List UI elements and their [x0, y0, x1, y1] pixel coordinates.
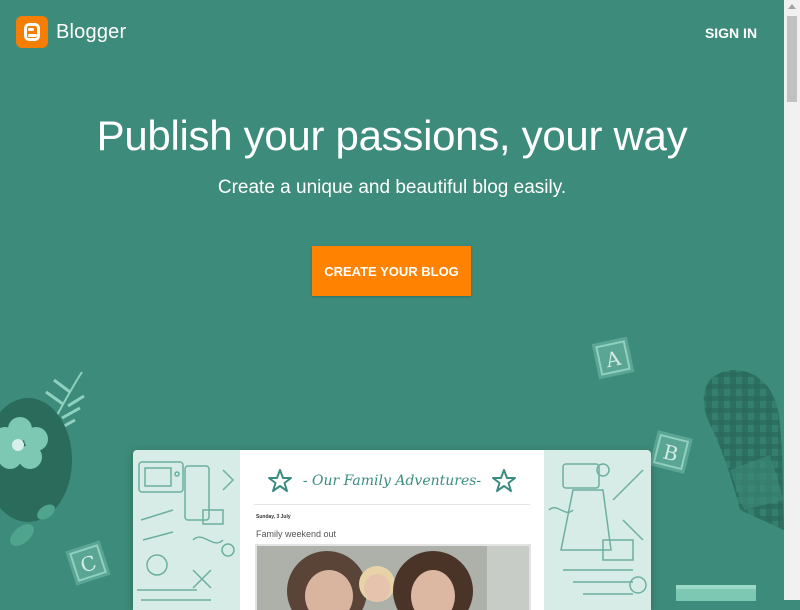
book-decor — [676, 585, 756, 601]
letter-block-b-icon: B — [649, 430, 693, 474]
blog-page: - Our Family Adventures- Sunday, 3 July … — [240, 450, 544, 610]
brand-name: Blogger — [56, 20, 127, 43]
hero-illustration: A B C - Our Family Adventures- Sunday, 3… — [0, 330, 784, 610]
create-your-blog-button[interactable]: CREATE YOUR BLOG — [312, 246, 471, 296]
oven-mitt-icon — [703, 370, 784, 530]
page-scrollbar[interactable] — [784, 0, 800, 600]
hero-subtitle: Create a unique and beautiful blog easil… — [217, 177, 567, 198]
scrollbar-thumb[interactable] — [787, 16, 797, 102]
star-icon — [492, 469, 517, 492]
blog-header: - Our Family Adventures- — [240, 466, 544, 496]
blog-preview-card: - Our Family Adventures- Sunday, 3 July … — [133, 450, 651, 610]
top-bar: Blogger SIGN IN — [0, 0, 784, 64]
scroll-up-arrow-icon[interactable] — [788, 4, 796, 9]
post-title: Family weekend out — [256, 529, 337, 539]
blog-divider — [254, 504, 530, 505]
post-date: Sunday, 3 July — [256, 514, 291, 520]
flower-icon — [0, 417, 48, 469]
sign-in-link[interactable]: SIGN IN — [696, 22, 766, 44]
letter-block-a-icon: A — [591, 336, 635, 380]
blogger-logo[interactable]: Blogger — [16, 16, 126, 48]
star-icon — [267, 469, 292, 492]
letter-block-c-icon: C — [65, 540, 111, 586]
post-photo — [255, 544, 531, 610]
hero-title: Publish your passions, your way — [96, 112, 688, 159]
blog-title: - Our Family Adventures- — [302, 473, 482, 489]
blogger-logo-icon — [16, 16, 48, 48]
